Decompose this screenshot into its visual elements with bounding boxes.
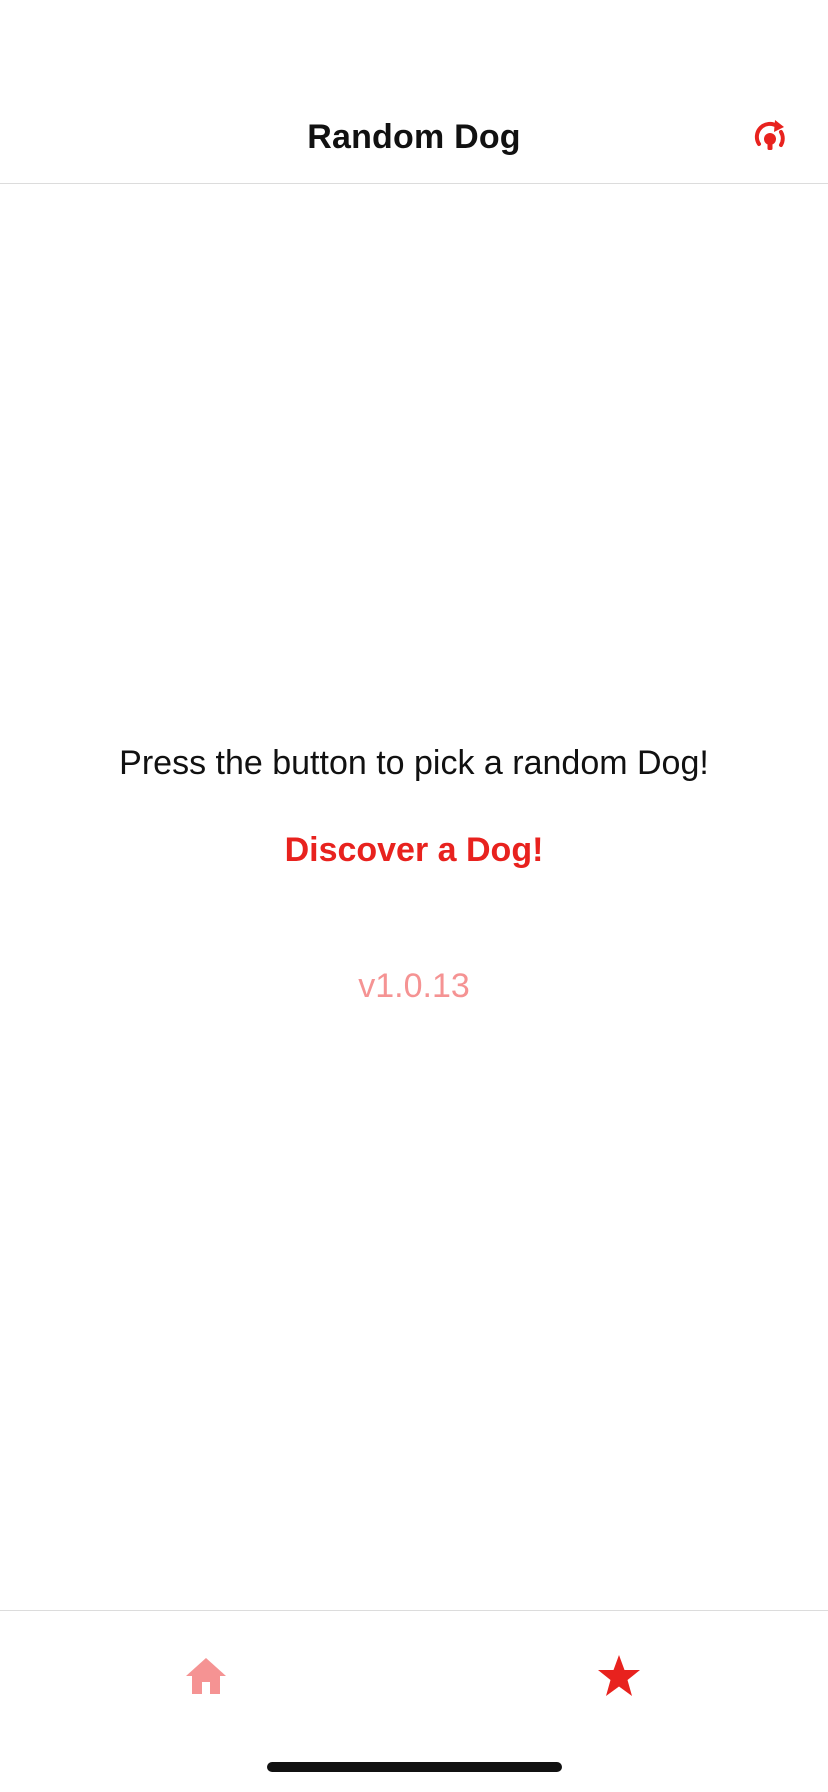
app-screen: Random Dog Press the button to pick a ra… bbox=[0, 0, 828, 1792]
home-indicator[interactable] bbox=[267, 1762, 562, 1772]
tab-favorites[interactable] bbox=[559, 1641, 679, 1711]
prompt-text: Press the button to pick a random Dog! bbox=[119, 744, 709, 782]
star-icon bbox=[598, 1655, 640, 1696]
main-content: Press the button to pick a random Dog! D… bbox=[0, 184, 828, 1610]
status-bar bbox=[0, 0, 828, 88]
refresh-bulb-icon bbox=[754, 120, 785, 150]
tab-home[interactable] bbox=[146, 1641, 266, 1711]
refresh-button[interactable] bbox=[748, 116, 792, 160]
home-icon bbox=[186, 1658, 226, 1694]
version-label: v1.0.13 bbox=[358, 967, 470, 1005]
navigation-bar: Random Dog bbox=[0, 88, 828, 184]
page-title: Random Dog bbox=[307, 118, 521, 156]
discover-dog-button[interactable]: Discover a Dog! bbox=[264, 822, 564, 878]
